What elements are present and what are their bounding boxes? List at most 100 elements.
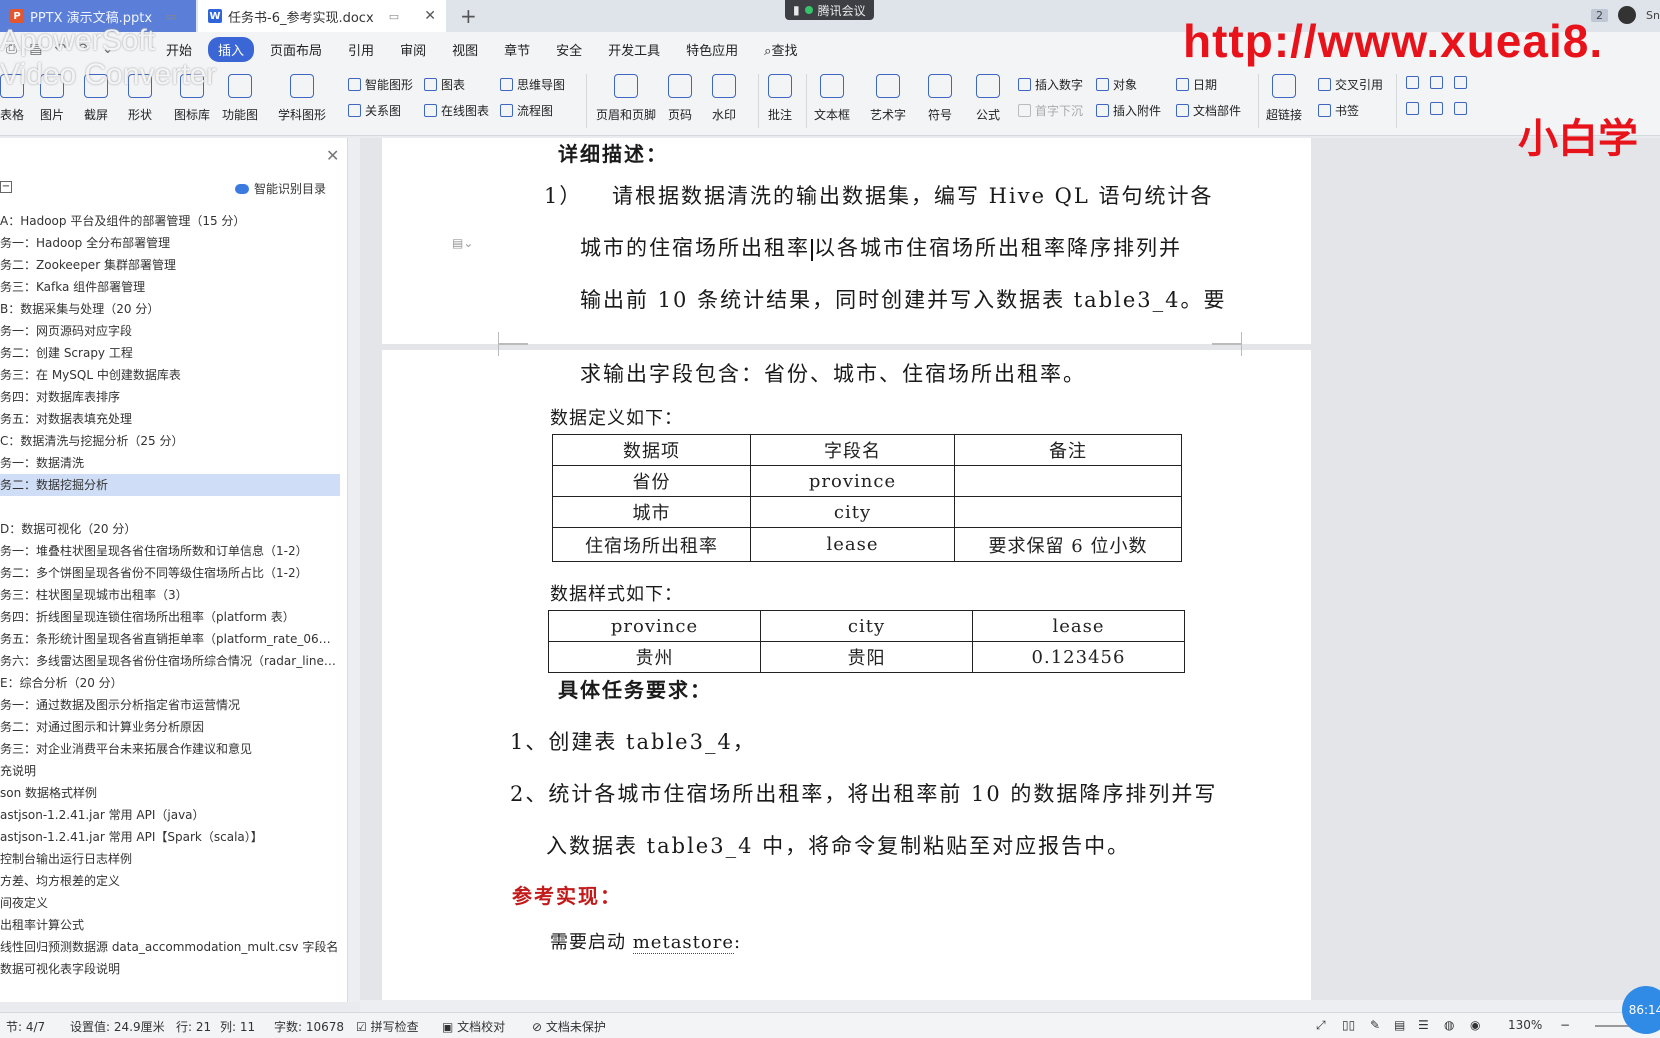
zoom-level[interactable]: 130% [1508,1018,1542,1032]
toc-item[interactable]: 间夜定义 [0,892,340,914]
toc-item[interactable]: 务三：柱状图呈现城市出租率（3） [0,584,340,606]
smart-toc-button[interactable]: 智能识别目录 [234,180,326,197]
toc-item[interactable]: 务二：Zookeeper 集群部署管理 [0,254,340,276]
toc-item[interactable]: 务一：网页源码对应字段 [0,320,340,342]
toc-item[interactable]: 务六：多线雷达图呈现各省份住宿场所综合情况（radar_line… [0,650,340,672]
toc-item[interactable]: 务二：创建 Scrapy 工程 [0,342,340,364]
toc-item[interactable]: astjson-1.2.41.jar 常用 API（java） [0,804,340,826]
spell-check[interactable]: ☑ 拼写检查 [356,1018,419,1035]
toc-item[interactable]: 务三：在 MySQL 中创建数据库表 [0,364,340,386]
toc-item[interactable]: 务二：数据挖掘分析 [0,474,340,496]
toc-item[interactable]: 务四：折线图呈现连锁住宿场所出租率（platform 表） [0,606,340,628]
toc-item[interactable]: 务三：Kafka 组件部署管理 [0,276,340,298]
pen-icon[interactable]: ✎ [1370,1018,1380,1032]
toc-item[interactable]: 控制台输出运行日志样例 [0,848,340,870]
chart-button[interactable]: 图表 [424,76,465,93]
doc-protect[interactable]: ⊘ 文档未保护 [532,1018,606,1035]
symbol-button[interactable]: 符号 [928,74,952,123]
menu-references[interactable]: 引用 [338,37,384,62]
attachment-button[interactable]: 插入附件 [1096,102,1161,119]
layout-option-1[interactable] [1406,76,1423,89]
page-number-button[interactable]: 页码 [668,74,692,123]
toc-item[interactable]: 务二：多个饼图呈现各省份不同等级住宿场所占比（1-2） [0,562,340,584]
toc-item[interactable]: C：数据清洗与挖掘分析（25 分） [0,430,340,452]
flowchart-button[interactable]: 流程图 [500,102,553,119]
date-button[interactable]: 日期 [1176,76,1217,93]
toc-item[interactable]: 务一：Hadoop 全分布部署管理 [0,232,340,254]
section-indicator[interactable]: 节: 4/7 [6,1018,45,1035]
setting-value[interactable]: 设置值: 24.9厘米 [70,1018,165,1035]
fullscreen-icon[interactable]: ⤢ [1316,1018,1326,1033]
toc-item[interactable]: 务一：堆叠柱状图呈现各省住宿场所数和订单信息（1-2） [0,540,340,562]
menu-review[interactable]: 审阅 [390,37,436,62]
menu-search[interactable]: ⌕查找 [754,37,807,62]
layout-option-2[interactable] [1430,76,1447,89]
layout-option-5[interactable] [1430,102,1447,115]
menu-developer[interactable]: 开发工具 [598,37,670,62]
document-page[interactable]: 求输出字段包含：省份、城市、住宿场所出租率。 数据定义如下： 数据项 字段名 备… [382,344,1311,1000]
meeting-indicator[interactable]: ▮ 腾讯会议 [785,0,874,20]
page-view-icon[interactable]: ▤ [1394,1018,1405,1032]
document-page[interactable]: 详细描述： 1） 请根据数据清洗的输出数据集，编写 Hive QL 语句统计各 … [382,138,1311,344]
toc-item[interactable]: 数据可视化表字段说明 [0,958,340,980]
subject-shape-button[interactable]: 学科图形 [278,74,326,123]
toc-item[interactable]: E：综合分析（20 分） [0,672,340,694]
header-footer-button[interactable]: 页眉和页脚 [596,74,656,123]
toc-item[interactable]: D：数据可视化（20 分） [0,518,340,540]
horizontal-scrollbar[interactable] [360,1000,1660,1012]
toc-item[interactable]: 出租率计算公式 [0,914,340,936]
document-canvas[interactable]: 详细描述： 1） 请根据数据清洗的输出数据集，编写 Hive QL 语句统计各 … [360,138,1660,1000]
tab-pin-icon[interactable]: ▭ [389,10,399,23]
toc-item[interactable]: son 数据格式样例 [0,782,340,804]
toc-item[interactable]: 方差、均方根差的定义 [0,870,340,892]
tab-docx[interactable]: W 任务书-6_参考实现.docx ▭ ✕ [198,0,446,32]
toc-item[interactable]: 务一：通过数据及图示分析指定省市运营情况 [0,694,340,716]
zoom-out-icon[interactable]: − [1560,1018,1570,1032]
toc-item[interactable]: astjson-1.2.41.jar 常用 API【Spark（scala）】 [0,826,340,848]
toc-item[interactable]: 线性回归预测数据源 data_accommodation_mult.csv 字段… [0,936,340,958]
comment-button[interactable]: 批注 [768,74,792,123]
menu-security[interactable]: 安全 [546,37,592,62]
avatar[interactable] [1618,6,1637,24]
read-mode-icon[interactable]: ▯▯ [1342,1018,1355,1032]
doc-parts-button[interactable]: 文档部件 [1176,102,1241,119]
cross-ref-button[interactable]: 交叉引用 [1318,76,1383,93]
menu-layout[interactable]: 页面布局 [260,37,332,62]
toc-item[interactable]: 务二：对通过图示和计算业务分析原因 [0,716,340,738]
toc-item[interactable]: B：数据采集与处理（20 分） [0,298,340,320]
toc-item[interactable]: 务一：数据清洗 [0,452,340,474]
wordart-button[interactable]: 艺术字 [870,74,906,123]
textbox-button[interactable]: 文本框 [814,74,850,123]
toc-item[interactable]: 务五：对数据表填充处理 [0,408,340,430]
formula-button[interactable]: 公式 [976,74,1000,123]
toc-item[interactable]: A：Hadoop 平台及组件的部署管理（15 分） [0,210,340,232]
object-button[interactable]: 对象 [1096,76,1137,93]
relation-chart-button[interactable]: 关系图 [348,102,401,119]
menu-features[interactable]: 特色应用 [676,37,748,62]
mind-map-button[interactable]: 思维导图 [500,76,565,93]
word-count[interactable]: 字数: 10678 [274,1018,344,1035]
outline-view-icon[interactable]: ☰ [1418,1018,1429,1032]
function-chart-button[interactable]: 功能图 [222,74,258,123]
layout-option-4[interactable] [1406,102,1423,115]
layout-option-6[interactable] [1454,102,1471,115]
insert-number-button[interactable]: 插入数字 [1018,76,1083,93]
close-icon[interactable]: ✕ [424,8,436,24]
close-icon[interactable]: ✕ [326,146,339,165]
watermark-button[interactable]: 水印 [712,74,736,123]
drop-cap-button[interactable]: 首字下沉 [1018,102,1083,119]
smart-art-button[interactable]: 智能图形 [348,76,413,93]
toc-item[interactable]: 务五：条形统计图呈现各省直销拒单率（platform_rate_06… [0,628,340,650]
hyperlink-button[interactable]: 超链接 [1266,74,1302,123]
toc-item[interactable]: 充说明 [0,760,340,782]
menu-chapter[interactable]: 章节 [494,37,540,62]
layout-option-3[interactable] [1454,76,1471,89]
online-chart-button[interactable]: 在线图表 [424,102,489,119]
tab-pin-icon[interactable]: ▭ [166,10,176,23]
web-view-icon[interactable]: ◍ [1444,1018,1454,1032]
doc-proofread[interactable]: ▣ 文档校对 [442,1018,505,1035]
nav-scrollbar[interactable] [348,138,360,1002]
menu-view[interactable]: 视图 [442,37,488,62]
bookmark-button[interactable]: 书签 [1318,102,1359,119]
paragraph-menu-icon[interactable]: ▤⌄ [452,236,473,250]
